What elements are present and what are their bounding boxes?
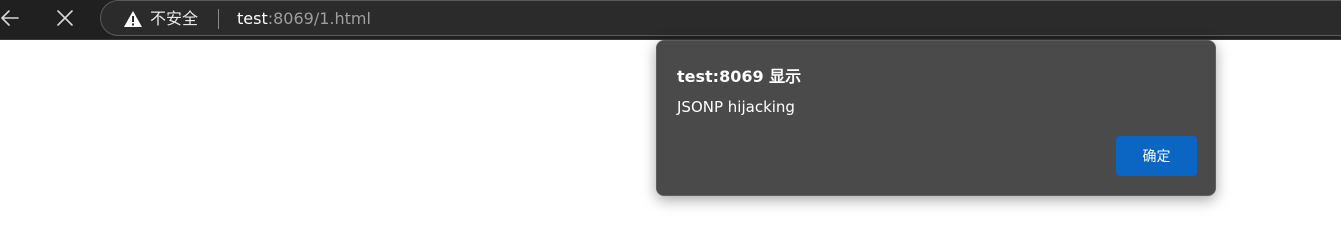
stop-loading-button[interactable] [47, 0, 83, 36]
site-security-indicator[interactable]: 不安全 [123, 8, 198, 30]
close-icon [57, 10, 73, 26]
back-button[interactable] [0, 0, 28, 36]
back-arrow-icon [1, 10, 19, 26]
dialog-message: JSONP hijacking [677, 98, 795, 116]
ok-button[interactable]: 确定 [1116, 136, 1197, 176]
dialog-title: test:8069 显示 [677, 67, 802, 86]
alert-dialog: test:8069 显示 JSONP hijacking 确定 [656, 40, 1216, 196]
browser-toolbar: 不安全 test:8069/1.html [0, 0, 1341, 40]
url-host: test [237, 9, 268, 28]
address-divider [218, 9, 219, 29]
security-label: 不安全 [150, 9, 199, 28]
url-text[interactable]: test:8069/1.html [237, 8, 371, 30]
address-bar[interactable]: 不安全 test:8069/1.html [100, 0, 1341, 36]
url-path: :8069/1.html [267, 9, 371, 28]
warning-icon [124, 11, 142, 27]
